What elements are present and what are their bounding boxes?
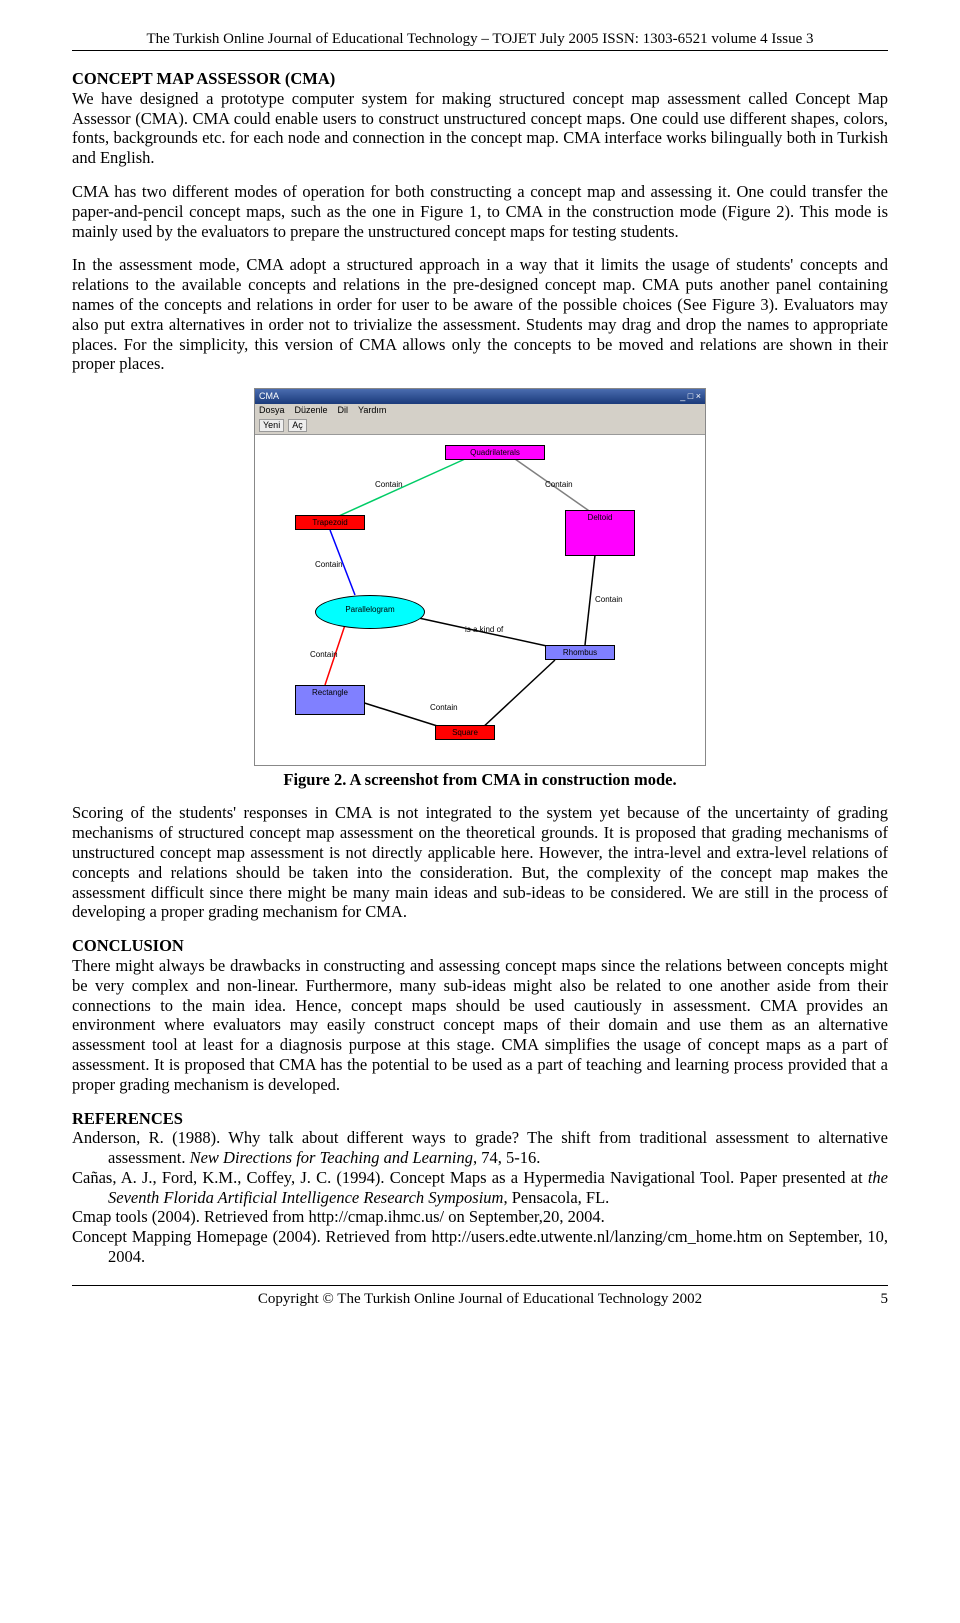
- node-quadrilaterals[interactable]: Quadrilaterals: [445, 445, 545, 461]
- node-trapezoid[interactable]: Trapezoid: [295, 515, 365, 531]
- page-footer: Copyright © The Turkish Online Journal o…: [72, 1290, 888, 1308]
- reference-item: Cañas, A. J., Ford, K.M., Coffey, J. C. …: [72, 1168, 888, 1208]
- reference-item: Anderson, R. (1988). Why talk about diff…: [72, 1128, 888, 1168]
- edge-label: Contain: [595, 595, 623, 605]
- node-deltoid[interactable]: Deltoid: [565, 510, 635, 556]
- cma-canvas[interactable]: Quadrilaterals Trapezoid Deltoid Paralle…: [255, 435, 705, 765]
- cma-menu-bar: Dosya Düzenle Dil Yardım: [255, 404, 705, 417]
- toolbar-open-button[interactable]: Aç: [288, 419, 307, 432]
- window-buttons-icon[interactable]: _ □ ×: [680, 391, 701, 402]
- paragraph: We have designed a prototype computer sy…: [72, 89, 888, 168]
- section-title-references: REFERENCES: [72, 1109, 888, 1129]
- edge-label: Contain: [545, 480, 573, 490]
- cma-titlebar: CMA _ □ ×: [255, 389, 705, 404]
- paragraph: There might always be drawbacks in const…: [72, 956, 888, 1095]
- menu-lang[interactable]: Dil: [338, 405, 349, 416]
- edge-label: Contain: [430, 703, 458, 713]
- figure-2: CMA _ □ × Dosya Düzenle Dil Yardım Yeni …: [72, 388, 888, 765]
- footer-copyright: Copyright © The Turkish Online Journal o…: [102, 1290, 858, 1308]
- menu-file[interactable]: Dosya: [259, 405, 285, 416]
- edge-label: Contain: [375, 480, 403, 490]
- edge-label: is a kind of: [465, 625, 503, 635]
- journal-header: The Turkish Online Journal of Educationa…: [72, 30, 888, 48]
- section-title-cma: CONCEPT MAP ASSESSOR (CMA): [72, 69, 888, 89]
- menu-edit[interactable]: Düzenle: [295, 405, 328, 416]
- cma-toolbar: Yeni Aç: [255, 417, 705, 435]
- menu-help[interactable]: Yardım: [358, 405, 386, 416]
- cma-app-title: CMA: [259, 391, 279, 402]
- figure-2-caption: Figure 2. A screenshot from CMA in const…: [72, 770, 888, 790]
- edge-label: Contain: [315, 560, 343, 570]
- paragraph: Scoring of the students' responses in CM…: [72, 803, 888, 922]
- node-rhombus[interactable]: Rhombus: [545, 645, 615, 661]
- edge-label: Contain: [310, 650, 338, 660]
- footer-page-number: 5: [858, 1290, 888, 1308]
- header-rule: [72, 50, 888, 51]
- toolbar-new-button[interactable]: Yeni: [259, 419, 284, 432]
- cma-screenshot: CMA _ □ × Dosya Düzenle Dil Yardım Yeni …: [254, 388, 706, 765]
- reference-item: Concept Mapping Homepage (2004). Retriev…: [72, 1227, 888, 1267]
- node-rectangle[interactable]: Rectangle: [295, 685, 365, 715]
- paragraph: In the assessment mode, CMA adopt a stru…: [72, 255, 888, 374]
- footer-rule: [72, 1285, 888, 1286]
- node-square[interactable]: Square: [435, 725, 495, 741]
- section-title-conclusion: CONCLUSION: [72, 936, 888, 956]
- reference-item: Cmap tools (2004). Retrieved from http:/…: [72, 1207, 888, 1227]
- edges-svg: [255, 435, 705, 765]
- node-parallelogram[interactable]: Parallelogram: [315, 595, 425, 629]
- paragraph: CMA has two different modes of operation…: [72, 182, 888, 241]
